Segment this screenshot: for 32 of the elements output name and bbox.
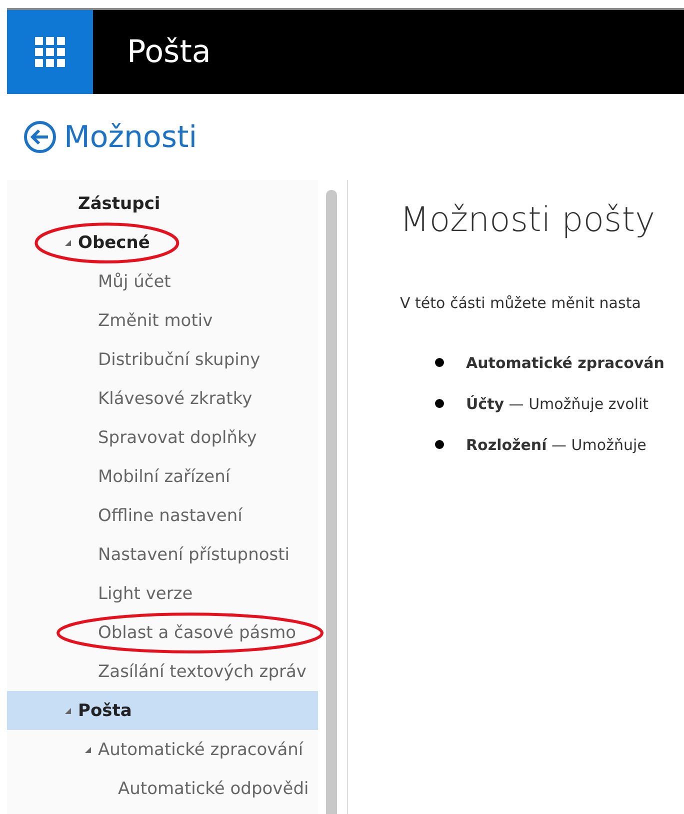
nav-item[interactable]: Pošta [7, 691, 318, 730]
nav-item[interactable]: Zástupci [7, 184, 318, 223]
nav-item[interactable]: Klávesové zkratky [7, 379, 318, 418]
nav-item[interactable]: Spravovat doplňky [7, 418, 318, 457]
nav-item[interactable]: Automatické zpracování [7, 730, 318, 769]
bullet-icon [435, 440, 444, 449]
nav-item[interactable]: Můj účet [7, 262, 318, 301]
expand-triangle-icon[interactable] [84, 746, 92, 754]
bullet-text: Účty — Umožňuje zvolit [466, 394, 649, 412]
bullet-text: Rozložení — Umožňuje [466, 436, 646, 454]
app-title: Pošta [127, 34, 211, 70]
expand-triangle-icon[interactable] [64, 239, 72, 247]
page-title: Možnosti pošty [400, 200, 656, 240]
bullet-icon [435, 358, 444, 367]
nav-item[interactable]: Light verze [7, 574, 318, 613]
bullet-icon [435, 399, 444, 408]
app-grid-icon [35, 37, 65, 67]
nav-item[interactable]: Mobilní zařízení [7, 457, 318, 496]
scrollbar[interactable] [326, 190, 337, 814]
bullet-text: Automatické zpracován [466, 354, 664, 372]
nav-item[interactable]: Offline nastavení [7, 496, 318, 535]
app-launcher-button[interactable] [7, 10, 93, 94]
expand-triangle-icon[interactable] [64, 707, 72, 715]
back-link[interactable]: Možnosti [0, 94, 684, 180]
nav-item[interactable]: Nastavení přístupnosti [7, 535, 318, 574]
intro-text: V této části můžete měnit nasta [400, 294, 642, 312]
nav-item[interactable]: Změnit motiv [7, 301, 318, 340]
nav-item[interactable]: Automatické odpovědi [7, 769, 318, 808]
nav-item[interactable]: Zasílání textových zpráv [7, 652, 318, 691]
nav-item[interactable]: Obecné [7, 223, 318, 262]
nav-item[interactable]: Distribuční skupiny [7, 340, 318, 379]
nav-item[interactable]: Oblast a časové pásmo [7, 613, 318, 652]
